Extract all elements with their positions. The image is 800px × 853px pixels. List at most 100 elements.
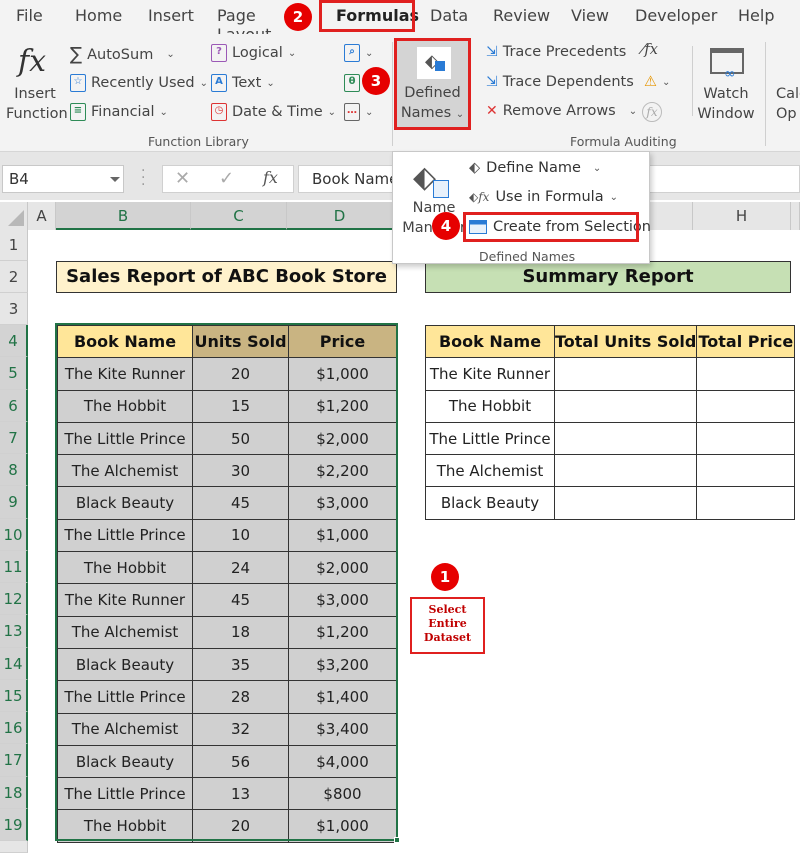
row-header-20[interactable] [0, 841, 28, 853]
book-name-cell[interactable]: The Alchemist [57, 454, 193, 488]
price-cell[interactable]: $1,200 [288, 615, 397, 649]
book-name-cell[interactable]: The Hobbit [425, 389, 555, 423]
book-name-cell[interactable]: The Alchemist [57, 615, 193, 649]
total-price-cell[interactable] [696, 421, 796, 456]
units-sold-cell[interactable]: 35 [192, 647, 289, 682]
insert-function-button[interactable]: Insert Function [6, 84, 68, 124]
column-header-b[interactable]: B [56, 202, 191, 230]
total-units-sold-cell[interactable] [553, 486, 698, 520]
column-header-h[interactable]: H [693, 202, 791, 230]
book-name-cell[interactable]: Black Beauty [425, 486, 555, 520]
price-cell[interactable]: $1,000 [288, 357, 397, 391]
header-units-sold[interactable]: Units Sold [192, 324, 289, 359]
book-name-cell[interactable]: The Alchemist [425, 454, 555, 488]
row-header-8[interactable]: 8 [0, 454, 28, 486]
total-units-sold-cell[interactable] [553, 357, 698, 391]
row-header-7[interactable]: 7 [0, 422, 28, 454]
insert-function-fx-icon[interactable]: fx [263, 168, 278, 187]
units-sold-cell[interactable]: 13 [192, 777, 289, 811]
column-header-i[interactable] [791, 202, 800, 230]
price-cell[interactable]: $4,000 [288, 744, 397, 779]
book-name-cell[interactable]: The Hobbit [57, 389, 193, 423]
row-header-19[interactable]: 19 [0, 809, 28, 841]
more-functions-button[interactable]: … ⌄ [344, 103, 373, 121]
logical-button[interactable]: ? Logical ⌄ [211, 44, 296, 62]
tab-insert[interactable]: Insert [148, 6, 194, 25]
price-cell[interactable]: $3,000 [288, 486, 397, 520]
enter-check-icon[interactable]: ✓ [219, 168, 234, 189]
total-price-cell[interactable] [696, 486, 796, 520]
name-box[interactable]: B4 [2, 165, 124, 193]
price-cell[interactable]: $1,200 [288, 389, 397, 423]
row-header-15[interactable]: 15 [0, 680, 28, 712]
book-name-cell[interactable]: Black Beauty [57, 744, 193, 779]
units-sold-cell[interactable]: 32 [192, 712, 289, 746]
total-price-cell[interactable] [696, 357, 796, 391]
price-cell[interactable]: $2,200 [288, 454, 397, 488]
row-header-9[interactable]: 9 [0, 486, 28, 519]
units-sold-cell[interactable]: 15 [192, 389, 289, 423]
row-header-12[interactable]: 12 [0, 583, 28, 615]
book-name-cell[interactable]: The Alchemist [57, 712, 193, 746]
row-header-6[interactable]: 6 [0, 390, 28, 422]
tab-help[interactable]: Help [738, 6, 774, 25]
header-total-price[interactable]: Total Price [696, 324, 796, 359]
fill-handle[interactable] [394, 837, 400, 843]
price-cell[interactable]: $800 [288, 777, 397, 811]
total-units-sold-cell[interactable] [553, 421, 698, 456]
resize-handle-icon[interactable]: · · · [141, 164, 145, 192]
price-cell[interactable]: $3,000 [288, 583, 397, 617]
lookup-reference-button[interactable]: ⌕ ⌄ [344, 44, 373, 62]
price-cell[interactable]: $1,400 [288, 680, 397, 714]
book-name-cell[interactable]: The Kite Runner [425, 357, 555, 391]
total-price-cell[interactable] [696, 454, 796, 488]
trace-dependents-button[interactable]: ⇲ Trace Dependents [486, 74, 634, 90]
book-name-cell[interactable]: The Kite Runner [57, 357, 193, 391]
total-units-sold-cell[interactable] [553, 389, 698, 423]
units-sold-cell[interactable]: 56 [192, 744, 289, 779]
price-cell[interactable]: $2,000 [288, 421, 397, 456]
trace-precedents-button[interactable]: ⇲ Trace Precedents [486, 44, 626, 60]
price-cell[interactable]: $1,000 [288, 809, 397, 843]
row-header-14[interactable]: 14 [0, 648, 28, 680]
math-trig-button[interactable]: θ [344, 74, 360, 92]
book-name-cell[interactable]: The Hobbit [57, 809, 193, 843]
row-header-18[interactable]: 18 [0, 777, 28, 809]
tab-view[interactable]: View [571, 6, 609, 25]
total-price-cell[interactable] [696, 389, 796, 423]
book-name-cell[interactable]: The Kite Runner [57, 583, 193, 617]
row-header-16[interactable]: 16 [0, 712, 28, 744]
show-formulas-icon[interactable]: ⁄fx [642, 42, 658, 58]
column-header-c[interactable]: C [191, 202, 287, 230]
calculation-options-button[interactable]: Calc Op [776, 84, 800, 124]
header-book-name[interactable]: Book Name [57, 324, 193, 359]
tab-data[interactable]: Data [430, 6, 468, 25]
row-header-13[interactable]: 13 [0, 615, 28, 648]
defined-names-button[interactable]: ⬖ Defined Names ⌄ [394, 38, 471, 130]
error-checking-button[interactable]: ⚠ ⌄ [644, 74, 670, 90]
cancel-icon[interactable]: ✕ [175, 168, 190, 189]
autosum-button[interactable]: ∑ AutoSum ⌄ [70, 44, 175, 65]
tab-review[interactable]: Review [493, 6, 550, 25]
evaluate-formula-icon[interactable]: fx [642, 102, 662, 122]
use-in-formula-button[interactable]: ⬖fx Use in Formula ⌄ [469, 189, 618, 205]
book-name-cell[interactable]: The Little Prince [57, 777, 193, 811]
units-sold-cell[interactable]: 30 [192, 454, 289, 488]
date-time-button[interactable]: ◷ Date & Time ⌄ [211, 103, 336, 121]
units-sold-cell[interactable]: 50 [192, 421, 289, 456]
column-header-a[interactable]: A [28, 202, 56, 230]
column-header-d[interactable]: D [287, 202, 393, 230]
book-name-cell[interactable]: Black Beauty [57, 647, 193, 682]
book-name-cell[interactable]: The Little Prince [425, 421, 555, 456]
units-sold-cell[interactable]: 10 [192, 518, 289, 553]
units-sold-cell[interactable]: 20 [192, 809, 289, 843]
define-name-button[interactable]: ⬖ Define Name ⌄ [469, 160, 601, 176]
tab-developer[interactable]: Developer [635, 6, 717, 25]
name-box-dropdown-icon[interactable] [110, 177, 120, 182]
financial-button[interactable]: ≡ Financial ⌄ [70, 103, 168, 121]
row-header-10[interactable]: 10 [0, 519, 28, 551]
units-sold-cell[interactable]: 45 [192, 486, 289, 520]
book-name-cell[interactable]: The Little Prince [57, 518, 193, 553]
units-sold-cell[interactable]: 24 [192, 551, 289, 585]
text-button[interactable]: A Text ⌄ [211, 74, 275, 92]
